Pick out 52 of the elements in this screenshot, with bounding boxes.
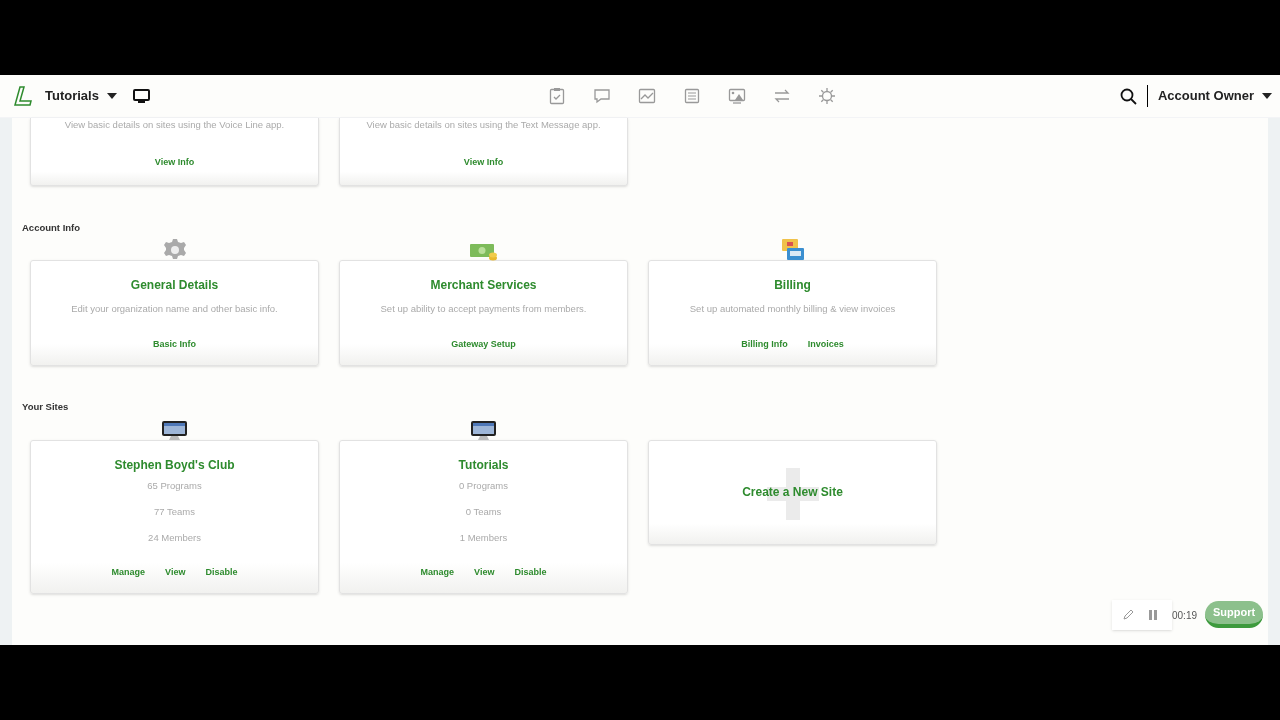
site-stat: 65 Programs	[147, 478, 202, 493]
chat-icon[interactable]	[592, 87, 611, 105]
pencil-icon[interactable]	[1122, 609, 1134, 621]
site-stat: 1 Members	[459, 531, 508, 545]
card-title: Stephen Boyd's Club	[114, 456, 235, 474]
monitor-icon	[470, 419, 497, 442]
card-title: General Details	[130, 277, 219, 295]
document-icon[interactable]	[682, 87, 701, 105]
caret-icon	[1262, 93, 1272, 99]
recording-timer: 00:19	[1172, 609, 1198, 623]
create-site-link[interactable]: Create a New Site	[742, 483, 843, 501]
card-link[interactable]: Gateway Setup	[451, 337, 516, 351]
section-heading: Account Info	[22, 221, 82, 235]
clipboard-icon[interactable]	[547, 87, 566, 105]
site-stat: 77 Teams	[154, 504, 195, 519]
card-link[interactable]: Manage	[111, 566, 146, 580]
card-description: Set up ability to accept payments from members.	[380, 302, 587, 317]
card-link[interactable]: Disable	[205, 566, 238, 580]
section-heading: Your Sites	[22, 400, 70, 415]
card-link[interactable]: View Info	[154, 156, 195, 170]
search-icon[interactable]	[1119, 87, 1137, 105]
card-description: Set up automated monthly billing & view invoices	[689, 302, 896, 317]
money-icon	[468, 242, 499, 263]
credit-cards-icon	[780, 238, 805, 263]
site-switcher[interactable]: Tutorials	[45, 86, 117, 106]
pause-icon[interactable]	[1148, 610, 1158, 620]
swap-arrows-icon[interactable]	[772, 87, 791, 105]
site-stat: 0 Teams	[465, 504, 502, 519]
card-link[interactable]: View Info	[463, 156, 504, 170]
caret-icon	[106, 93, 117, 99]
card-link[interactable]: Basic Info	[153, 337, 196, 351]
card-link[interactable]: Invoices	[807, 337, 844, 351]
monitor-icon	[161, 419, 188, 442]
settings-icon[interactable]	[817, 87, 836, 105]
card-link[interactable]: View	[474, 566, 495, 580]
card-title: Billing	[774, 277, 811, 295]
card-link[interactable]: Billing Info	[741, 337, 788, 351]
card-link[interactable]: Disable	[514, 566, 547, 580]
card-description: View basic details on sites using the Voice Line app.	[64, 118, 285, 132]
site-stat: 24 Members	[148, 531, 201, 545]
image-icon[interactable]	[727, 87, 746, 105]
logo-icon[interactable]	[13, 85, 33, 107]
card-title: Merchant Services	[430, 277, 537, 295]
chart-icon[interactable]	[637, 87, 656, 105]
account-menu[interactable]: Account Owner	[1157, 86, 1272, 106]
card-description: Edit your organization name and other basic info.	[71, 302, 278, 317]
card-link[interactable]: Manage	[420, 566, 455, 580]
card-title: Tutorials	[458, 456, 509, 474]
card-description: View basic details on sites using the Text Message app.	[366, 118, 601, 132]
card-link[interactable]: View	[165, 566, 186, 580]
site-stat: 0 Programs	[458, 478, 509, 493]
monitor-icon[interactable]	[132, 88, 150, 104]
